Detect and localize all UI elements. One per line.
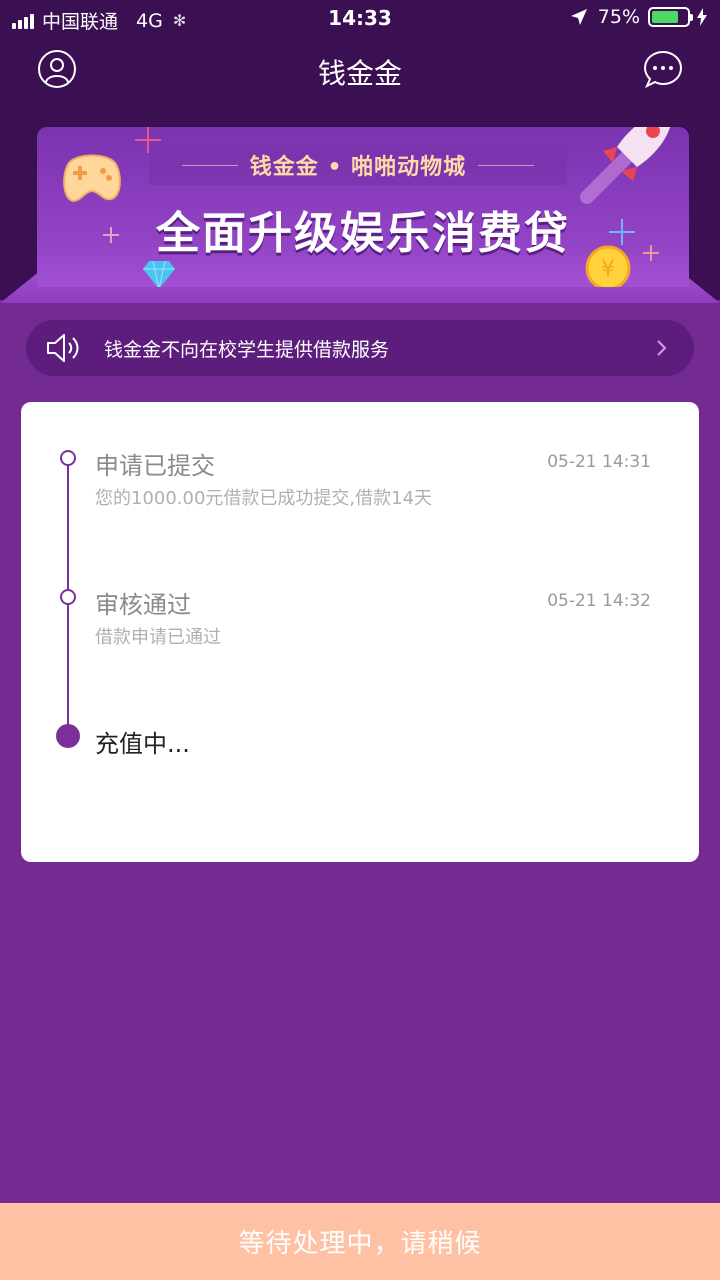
svg-text:¥: ¥ bbox=[601, 257, 615, 282]
status-card: 申请已提交 05-21 14:31 您的1000.00元借款已成功提交,借款14… bbox=[21, 402, 699, 862]
timeline-dot bbox=[60, 450, 76, 466]
step-title-current: 充值中... bbox=[95, 730, 190, 758]
page-title: 钱金金 bbox=[317, 57, 402, 90]
step-time: 05-21 14:32 bbox=[547, 591, 651, 611]
banner-tag: 钱金金 • 啪啪动物城 bbox=[149, 145, 567, 185]
location-arrow-icon bbox=[570, 9, 587, 25]
timeline-dot-active bbox=[56, 724, 80, 748]
battery-icon bbox=[648, 7, 693, 27]
speaker-icon bbox=[47, 334, 79, 362]
waiting-label: 等待处理中，请稍候 bbox=[238, 1229, 482, 1259]
timeline-dot bbox=[60, 589, 76, 605]
chevron-right-icon bbox=[657, 340, 667, 356]
status-bar: 中国联通 4G ✻ 14:33 75% bbox=[0, 0, 720, 38]
notice-bar[interactable]: 钱金金不向在校学生提供借款服务 bbox=[26, 320, 694, 376]
promo-banner[interactable]: 钱金金 • 啪啪动物城 全面升级娱乐消费贷 ¥ bbox=[37, 127, 689, 287]
step-desc: 您的1000.00元借款已成功提交,借款14天 bbox=[95, 488, 433, 509]
divider-line bbox=[478, 164, 535, 166]
waiting-button[interactable]: 等待处理中，请稍候 bbox=[0, 1203, 720, 1280]
sparkle-icon bbox=[643, 245, 659, 261]
divider-line bbox=[181, 164, 238, 166]
charging-icon bbox=[697, 8, 707, 26]
message-icon[interactable] bbox=[643, 49, 683, 89]
notice-text: 钱金金不向在校学生提供借款服务 bbox=[104, 338, 390, 361]
status-right: 75% bbox=[570, 6, 708, 28]
battery-percentage: 75% bbox=[597, 6, 640, 28]
coin-icon: ¥ bbox=[585, 245, 631, 287]
nav-bar: 钱金金 bbox=[0, 40, 720, 100]
step-title: 审核通过 bbox=[95, 591, 191, 619]
sparkle-icon bbox=[609, 219, 635, 245]
step-title: 申请已提交 bbox=[95, 452, 215, 480]
step-time: 05-21 14:31 bbox=[547, 452, 651, 472]
banner-subtitle: 钱金金 • 啪啪动物城 bbox=[249, 155, 467, 180]
step-desc: 借款申请已通过 bbox=[95, 627, 221, 648]
diamond-icon bbox=[143, 260, 175, 287]
rocket-icon bbox=[580, 127, 671, 204]
